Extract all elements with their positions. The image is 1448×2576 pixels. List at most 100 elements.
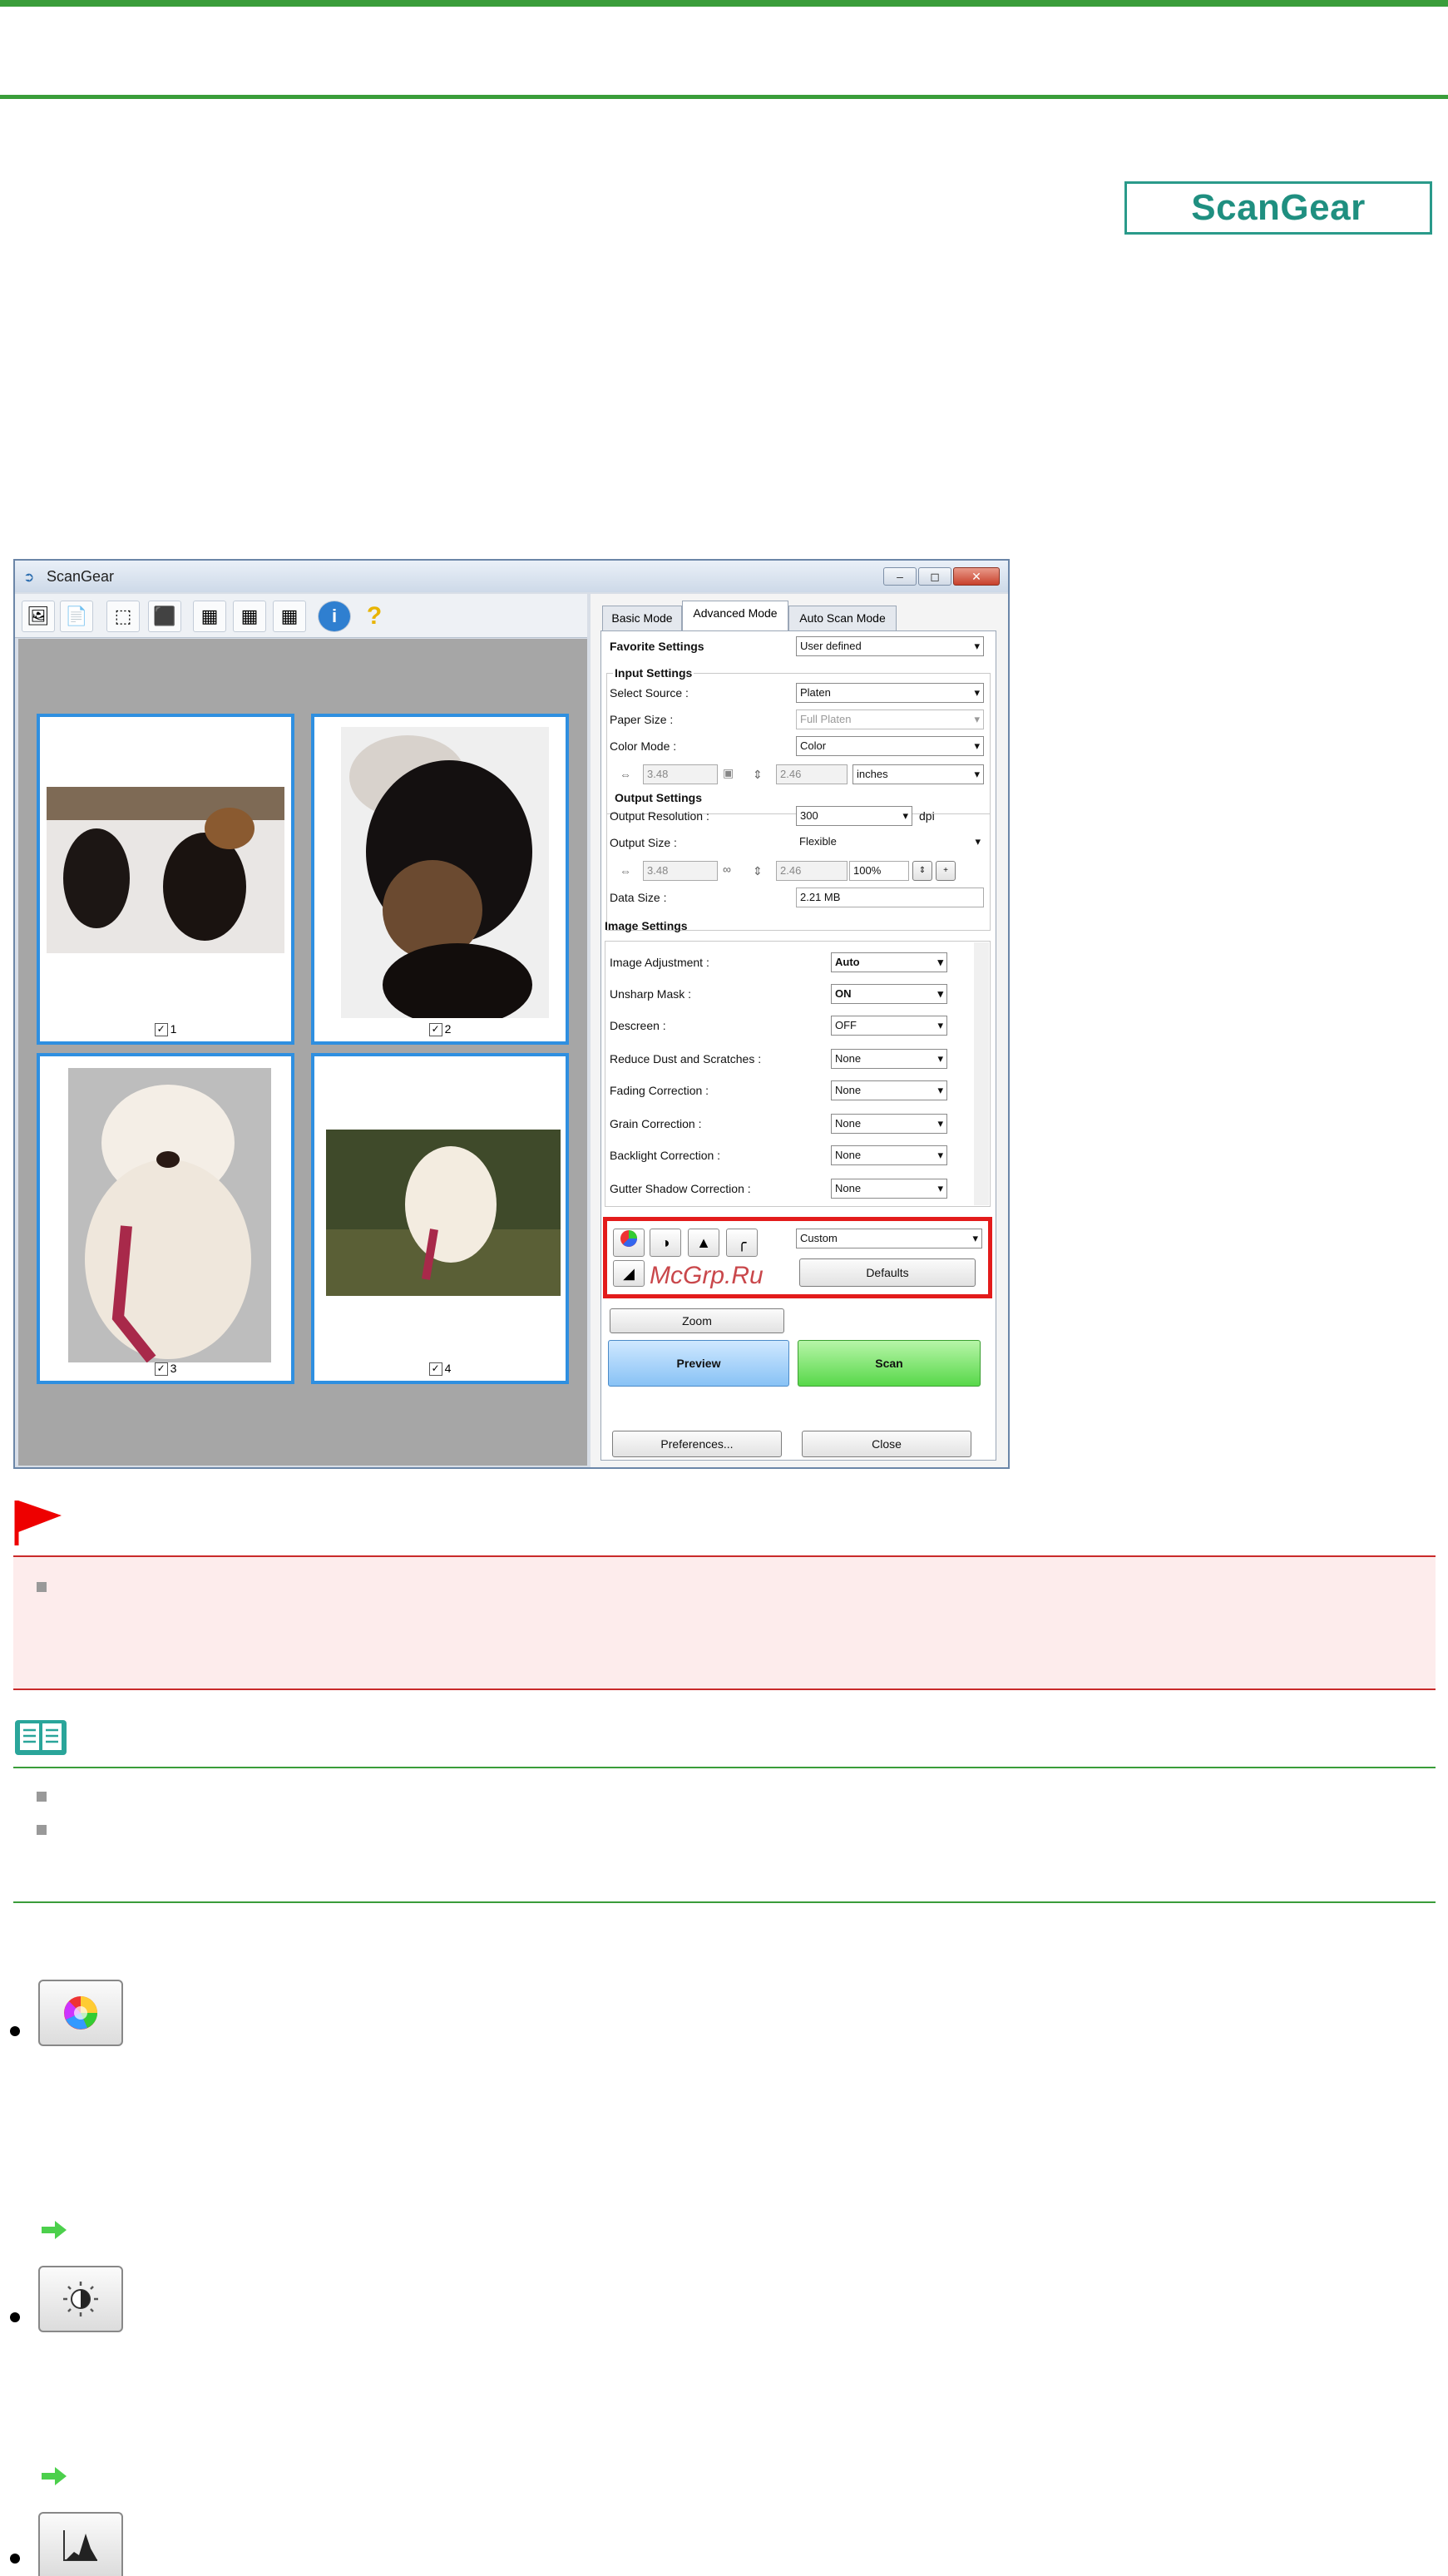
note-bottom-rule (13, 1901, 1436, 1903)
final-review-icon[interactable]: ◢ (613, 1260, 645, 1287)
auto-crop-icon[interactable]: ⬚ (106, 601, 140, 632)
info-icon[interactable]: i (318, 601, 351, 632)
list-bullet-2 (10, 2312, 20, 2322)
favorite-settings-select[interactable]: User defined (796, 636, 984, 656)
input-width-field[interactable]: 3.48 (643, 764, 718, 784)
mirror-icon[interactable]: ▦ (193, 601, 226, 632)
link-arrow-icon-2[interactable] (40, 2465, 68, 2487)
image-settings-scrollbar[interactable] (974, 942, 989, 1205)
thumbnail-checkbox-4[interactable]: ✓ 4 (314, 1362, 566, 1376)
gutter-shadow-select[interactable]: None (831, 1179, 947, 1199)
fading-correction-select[interactable]: None (831, 1080, 947, 1100)
histogram-icon[interactable]: ▲ (688, 1229, 719, 1257)
defaults-button[interactable]: Defaults (799, 1258, 976, 1287)
backlight-correction-label: Backlight Correction : (610, 1149, 721, 1162)
zoom-button[interactable]: Zoom (610, 1308, 784, 1333)
remove-crop-icon[interactable]: ⬛ (148, 601, 181, 632)
tab-basic-mode[interactable]: Basic Mode (602, 606, 682, 630)
data-size-label: Data Size : (610, 891, 667, 904)
note-bullet-2 (37, 1825, 47, 1835)
preferences-button[interactable]: Preferences... (612, 1431, 782, 1457)
window-title: ScanGear (47, 567, 115, 585)
invert-icon[interactable]: ▦ (233, 601, 266, 632)
brightness-contrast-icon[interactable]: ◑ (650, 1229, 681, 1257)
minimize-button[interactable]: – (883, 567, 917, 586)
thumbnail-1[interactable]: ✓ 1 (37, 714, 294, 1045)
image-settings-list (605, 941, 991, 1207)
resolution-unit: dpi (919, 809, 935, 823)
output-width-field[interactable]: 3.48 (643, 861, 718, 881)
descreen-select[interactable]: OFF (831, 1016, 947, 1036)
photo-lab-on-grass (326, 1130, 561, 1296)
thumbnail-3[interactable]: ✓ 3 (37, 1053, 294, 1384)
scale-field[interactable]: 100% (849, 861, 909, 881)
thumbnail-4[interactable]: ✓ 4 (311, 1053, 569, 1384)
note-book-icon (15, 1720, 67, 1755)
rotate-left-icon[interactable]: 🖼 (22, 601, 55, 632)
select-source-label: Select Source : (610, 686, 689, 700)
tab-advanced-mode[interactable]: Advanced Mode (682, 601, 788, 630)
link-icon[interactable]: ▣ (723, 766, 734, 780)
chain-icon[interactable]: ∞ (723, 863, 731, 876)
output-height-field[interactable]: 2.46 (776, 861, 848, 881)
tone-preset-select[interactable]: Custom (796, 1229, 982, 1248)
flag-icon (14, 1501, 62, 1545)
saturation-color-balance-button[interactable] (38, 1980, 123, 2046)
saturation-color-balance-icon[interactable] (613, 1229, 645, 1257)
unit-select[interactable]: inches (852, 764, 984, 784)
output-size-label: Output Size : (610, 836, 677, 849)
input-height-field[interactable]: 2.46 (776, 764, 848, 784)
image-settings-heading: Image Settings (605, 919, 688, 932)
multi-crop-icon[interactable]: ▦ (273, 601, 306, 632)
help-icon[interactable]: ? (358, 601, 391, 632)
thumbnail-checkbox-1[interactable]: ✓ 1 (40, 1022, 291, 1036)
preview-button[interactable]: Preview (608, 1340, 789, 1387)
advanced-mode-body: Favorite Settings User defined Input Set… (600, 630, 996, 1461)
scangear-window: ➲ ScanGear – ◻ ✕ 🖼 📄 ⬚ ⬛ ▦ ▦ ▦ i ? ✓ 1 ✓… (13, 559, 1010, 1469)
output-resolution-label: Output Resolution : (610, 809, 709, 823)
thumbnail-checkbox-3[interactable]: ✓ 3 (40, 1362, 291, 1376)
histogram-button[interactable] (38, 2512, 123, 2576)
reduce-dust-select[interactable]: None (831, 1049, 947, 1069)
descreen-label: Descreen : (610, 1019, 666, 1032)
maximize-button[interactable]: ◻ (918, 567, 951, 586)
gutter-shadow-label: Gutter Shadow Correction : (610, 1182, 751, 1195)
color-mode-select[interactable]: Color (796, 736, 984, 756)
brightness-contrast-button[interactable] (38, 2266, 123, 2332)
output-height-icon: ⇕ (753, 864, 763, 878)
select-source-select[interactable]: Platen (796, 683, 984, 703)
paper-size-select[interactable]: Full Platen (796, 710, 984, 729)
height-icon: ⇕ (753, 768, 763, 781)
backlight-correction-select[interactable]: None (831, 1145, 947, 1165)
output-resolution-select[interactable]: 300 (796, 806, 912, 826)
reduce-dust-label: Reduce Dust and Scratches : (610, 1052, 762, 1066)
rotate-right-icon[interactable]: 📄 (60, 601, 93, 632)
grain-correction-select[interactable]: None (831, 1114, 947, 1134)
add-size-button[interactable]: + (936, 861, 956, 881)
tone-curve-icon[interactable]: ╭ (726, 1229, 758, 1257)
thumbnail-checkbox-2[interactable]: ✓ 2 (314, 1022, 566, 1036)
top-rule (0, 0, 1448, 7)
output-size-select[interactable]: Flexible (796, 833, 984, 853)
close-button[interactable]: Close (802, 1431, 971, 1457)
close-window-button[interactable]: ✕ (953, 567, 1000, 586)
list-bullet-1 (10, 2026, 20, 2036)
unsharp-mask-select[interactable]: ON (831, 984, 947, 1004)
header-rule (0, 95, 1448, 99)
important-bullet (37, 1582, 47, 1592)
app-icon: ➲ (23, 571, 35, 585)
tab-auto-scan-mode[interactable]: Auto Scan Mode (788, 606, 897, 630)
important-box (13, 1555, 1436, 1690)
photo-dachshund-closeup (341, 727, 549, 1018)
settings-panel: Basic Mode Advanced Mode Auto Scan Mode … (591, 594, 1008, 1467)
scangear-logo: ScanGear (1124, 181, 1432, 235)
unsharp-mask-label: Unsharp Mask : (610, 987, 692, 1001)
thumbnail-2[interactable]: ✓ 2 (311, 714, 569, 1045)
photo-two-dogs (47, 787, 284, 953)
scale-stepper[interactable]: ⇕ (912, 861, 932, 881)
image-adjustment-select[interactable]: Auto (831, 952, 947, 972)
link-arrow-icon-1[interactable] (40, 2219, 68, 2241)
brightness-icon (63, 2282, 98, 2316)
data-size-value: 2.21 MB (796, 888, 984, 907)
scan-button[interactable]: Scan (798, 1340, 981, 1387)
